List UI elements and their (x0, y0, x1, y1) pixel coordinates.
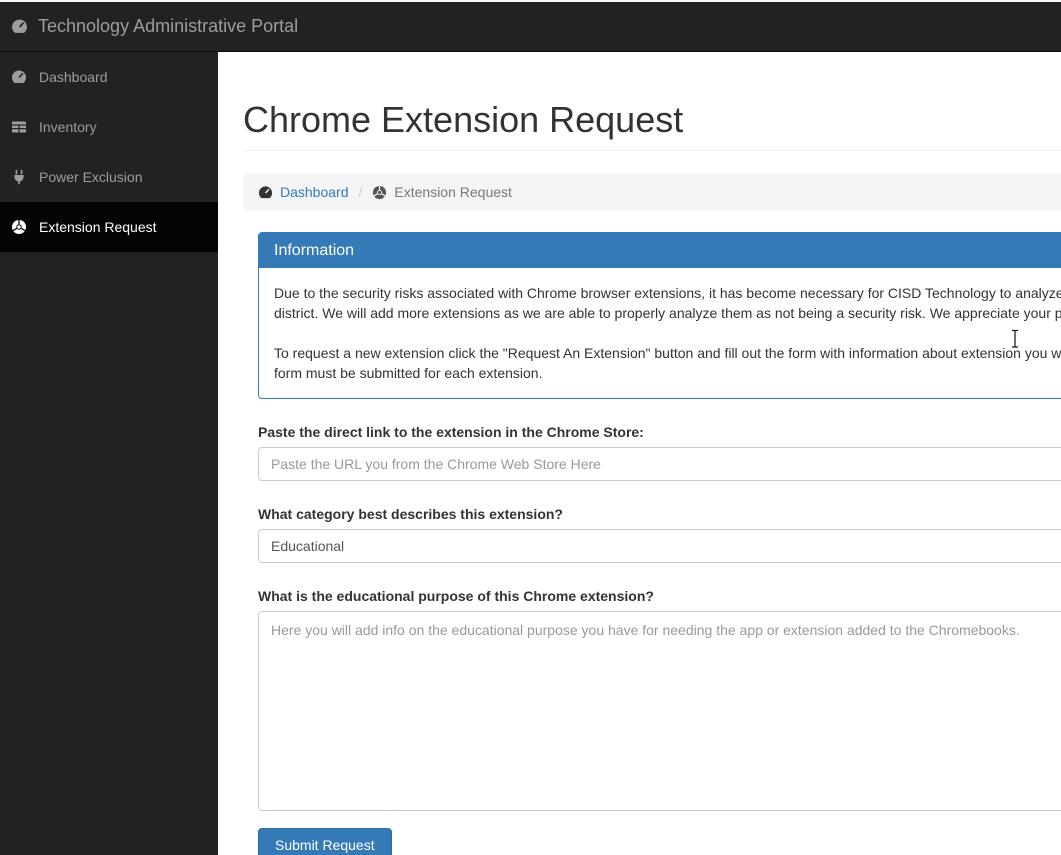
sidebar-item-label: Extension Request (39, 219, 157, 235)
information-panel: Information Due to the security risks as… (258, 232, 1061, 399)
tachometer-icon (11, 69, 27, 85)
sidebar-item-power-exclusion[interactable]: Power Exclusion (0, 152, 218, 202)
category-selected-value: Educational (271, 536, 344, 556)
purpose-field-group: What is the educational purpose of this … (258, 586, 1061, 811)
breadcrumb-current-label: Extension Request (394, 182, 512, 202)
plug-icon (11, 169, 27, 185)
page-title: Chrome Extension Request (243, 52, 1061, 151)
sidebar-nav: Dashboard Inventory Power Exclusion (0, 52, 218, 855)
main-content: Chrome Extension Request Dashboard / (218, 52, 1061, 855)
sidebar-item-extension-request[interactable]: Extension Request (0, 202, 218, 252)
category-field-label: What category best describes this extens… (258, 504, 1061, 524)
info-paragraph-2: To request a new extension click the "Re… (274, 343, 1061, 383)
chrome-icon (11, 219, 27, 235)
information-panel-header: Information (259, 233, 1061, 268)
breadcrumb-dashboard[interactable]: Dashboard (258, 182, 349, 202)
tachometer-icon (11, 18, 28, 35)
tachometer-icon (258, 185, 273, 200)
info-paragraph-1: Due to the security risks associated wit… (274, 283, 1061, 323)
category-field-group: What category best describes this extens… (258, 504, 1061, 563)
information-panel-body: Due to the security risks associated wit… (259, 268, 1061, 398)
educational-purpose-textarea[interactable] (258, 611, 1061, 811)
breadcrumb: Dashboard / Extension (243, 174, 1061, 210)
sidebar-item-inventory[interactable]: Inventory (0, 102, 218, 152)
sidebar-item-dashboard[interactable]: Dashboard (0, 52, 218, 102)
chrome-icon (372, 185, 387, 200)
url-field-label: Paste the direct link to the extension i… (258, 422, 1061, 442)
purpose-field-label: What is the educational purpose of this … (258, 586, 1061, 606)
category-select[interactable]: Educational (258, 529, 1061, 563)
url-field-group: Paste the direct link to the extension i… (258, 422, 1061, 481)
sidebar-item-label: Dashboard (39, 69, 108, 85)
sidebar-item-label: Inventory (39, 119, 97, 135)
breadcrumb-dashboard-link[interactable]: Dashboard (280, 182, 349, 202)
sidebar-item-label: Power Exclusion (39, 169, 143, 185)
breadcrumb-current: Extension Request (372, 182, 512, 202)
submit-request-button[interactable]: Submit Request (258, 828, 392, 855)
top-navbar: Technology Administrative Portal (0, 2, 1061, 52)
extension-url-input[interactable] (258, 447, 1061, 481)
table-icon (11, 119, 27, 135)
brand: Technology Administrative Portal (0, 16, 298, 37)
breadcrumb-separator: / (357, 182, 365, 202)
brand-title: Technology Administrative Portal (38, 16, 298, 37)
